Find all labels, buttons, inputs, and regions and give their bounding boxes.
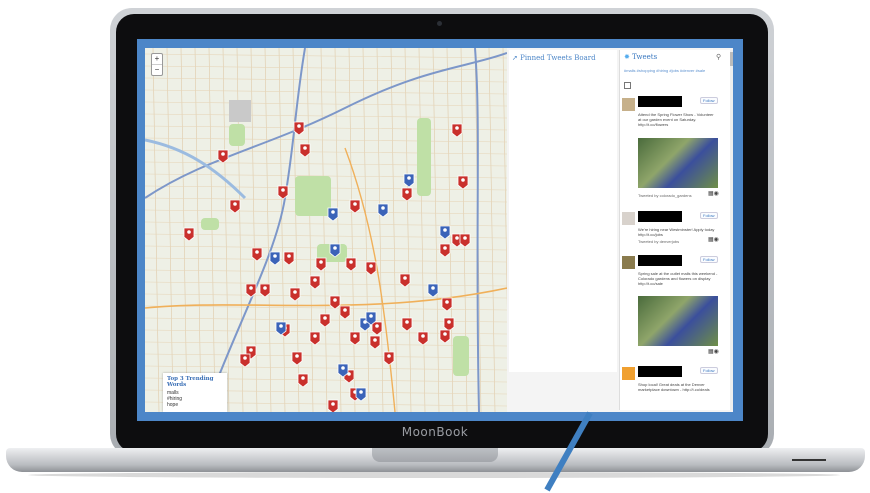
tweet-meta: Tweeted by denverjobs	[638, 239, 680, 244]
follow-button[interactable]: Follow	[700, 367, 718, 374]
map-panel[interactable]: + − Top 3 Trending Words malls #hiring h…	[145, 48, 507, 412]
tweets-subtitle[interactable]: #malls #shopping #hiring #jobs #denver #…	[624, 68, 705, 73]
avatar[interactable]	[622, 212, 635, 225]
zoom-control: + −	[151, 53, 163, 76]
tweet-photo[interactable]	[638, 296, 718, 346]
lid-opener-notch	[372, 448, 498, 462]
tweet-actions-icon[interactable]: ▦◉	[708, 236, 719, 243]
tweet-text: We're hiring near Westminster! Apply tod…	[638, 227, 715, 237]
follow-button[interactable]: Follow	[700, 212, 718, 219]
map-park	[295, 176, 331, 216]
redacted-username	[638, 255, 682, 266]
map-park	[417, 118, 431, 196]
app-viewport: + − Top 3 Trending Words malls #hiring h…	[145, 48, 733, 412]
avatar[interactable]	[622, 367, 635, 380]
follow-button[interactable]: Follow	[700, 97, 718, 104]
laptop-shadow	[28, 472, 840, 478]
map-marker-red[interactable]	[327, 399, 339, 412]
tweets-panel: ✸ Tweets ⚲ #malls #shopping #hiring #job…	[619, 50, 733, 410]
redacted-username	[638, 96, 682, 107]
webcam-icon	[437, 21, 442, 26]
pin-icon: ➚	[512, 54, 518, 62]
search-icon[interactable]: ⚲	[716, 53, 721, 61]
follow-button[interactable]: Follow	[700, 256, 718, 263]
map-canvas[interactable]	[145, 48, 507, 412]
tweet-text: Spring sale at the outlet malls this wee…	[638, 271, 718, 286]
scrollbar-thumb[interactable]	[730, 52, 733, 66]
twitter-bird-icon: ✸	[624, 53, 630, 61]
tweets-title: Tweets	[632, 53, 658, 61]
zoom-in-button[interactable]: +	[152, 54, 162, 64]
tweets-scrollbar[interactable]	[730, 50, 733, 410]
map-park	[201, 218, 219, 230]
trending-title: Top 3 Trending Words	[167, 376, 214, 388]
map-urban-block	[229, 100, 251, 122]
redacted-username	[638, 366, 682, 377]
trending-term[interactable]: hope	[167, 402, 223, 408]
tweet-meta: Tweeted by colorado_gardens	[638, 193, 692, 198]
tweet-actions-icon[interactable]: ▦◉	[708, 348, 719, 355]
tweet-text: Shop local! Great deals at the Denver ma…	[638, 382, 710, 392]
pinned-tweets-board: ➚ Pinned Tweets Board	[509, 50, 617, 372]
device-brand-label: MoonBook	[401, 425, 469, 439]
map-park	[229, 124, 245, 146]
tweet-photo[interactable]	[638, 138, 718, 188]
zoom-out-button[interactable]: −	[152, 64, 162, 75]
avatar[interactable]	[622, 98, 635, 111]
pinned-title-text: Pinned Tweets Board	[520, 54, 596, 62]
avatar[interactable]	[622, 256, 635, 269]
trending-words-panel: Top 3 Trending Words malls #hiring hope	[163, 373, 227, 412]
disc-slot	[792, 459, 826, 461]
redacted-username	[638, 211, 682, 222]
tweets-header: ✸ Tweets	[624, 53, 657, 61]
map-park	[453, 336, 469, 376]
tweet-actions-icon[interactable]: ▦◉	[708, 190, 719, 197]
pinned-board-title: ➚ Pinned Tweets Board	[512, 54, 596, 62]
feed-icon[interactable]	[624, 82, 631, 89]
tweet-text: Attend the Spring Flower Show - Voluntee…	[638, 112, 714, 127]
